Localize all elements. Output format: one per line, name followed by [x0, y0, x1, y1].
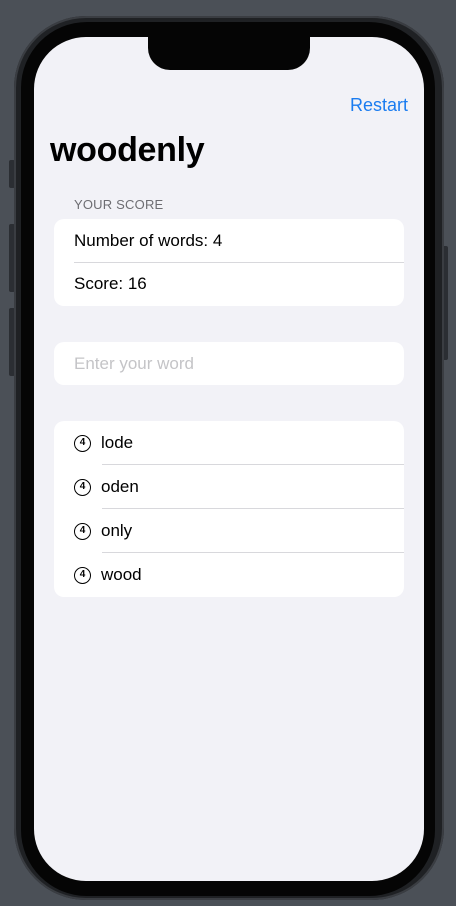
- word-text: oden: [101, 477, 139, 496]
- list-item: 4 oden: [54, 465, 404, 509]
- notch: [148, 37, 310, 70]
- home-indicator: [164, 867, 298, 872]
- list-item: 4 wood: [54, 553, 404, 597]
- list-item: 4 only: [54, 509, 404, 553]
- score-section-header: YOUR SCORE: [74, 197, 164, 212]
- word-input[interactable]: [54, 342, 404, 385]
- score-card: Number of words: 4 Score: 16: [54, 219, 404, 306]
- word-text: lode: [101, 433, 134, 452]
- letter-count-circle-icon: 4: [74, 566, 91, 584]
- score-row: Score: 16: [54, 263, 404, 307]
- letter-count-circle-icon: 4: [74, 434, 91, 452]
- word-text: only: [101, 521, 133, 540]
- letter-count-circle-icon: 4: [74, 478, 91, 496]
- restart-button[interactable]: Restart: [350, 95, 408, 116]
- app-screen: Restart woodenly YOUR SCORE Number of wo…: [34, 37, 424, 881]
- word-input-card: [54, 342, 404, 385]
- score-label: Score: 16: [74, 274, 147, 294]
- page-title: woodenly: [50, 131, 205, 169]
- number-of-words-row: Number of words: 4: [54, 219, 404, 263]
- word-text: wood: [101, 565, 142, 584]
- number-of-words-label: Number of words: 4: [74, 230, 223, 250]
- letter-count-circle-icon: 4: [74, 522, 91, 540]
- used-words-list: 4 lode 4 oden 4 only 4 wood: [54, 421, 404, 597]
- list-item: 4 lode: [54, 421, 404, 465]
